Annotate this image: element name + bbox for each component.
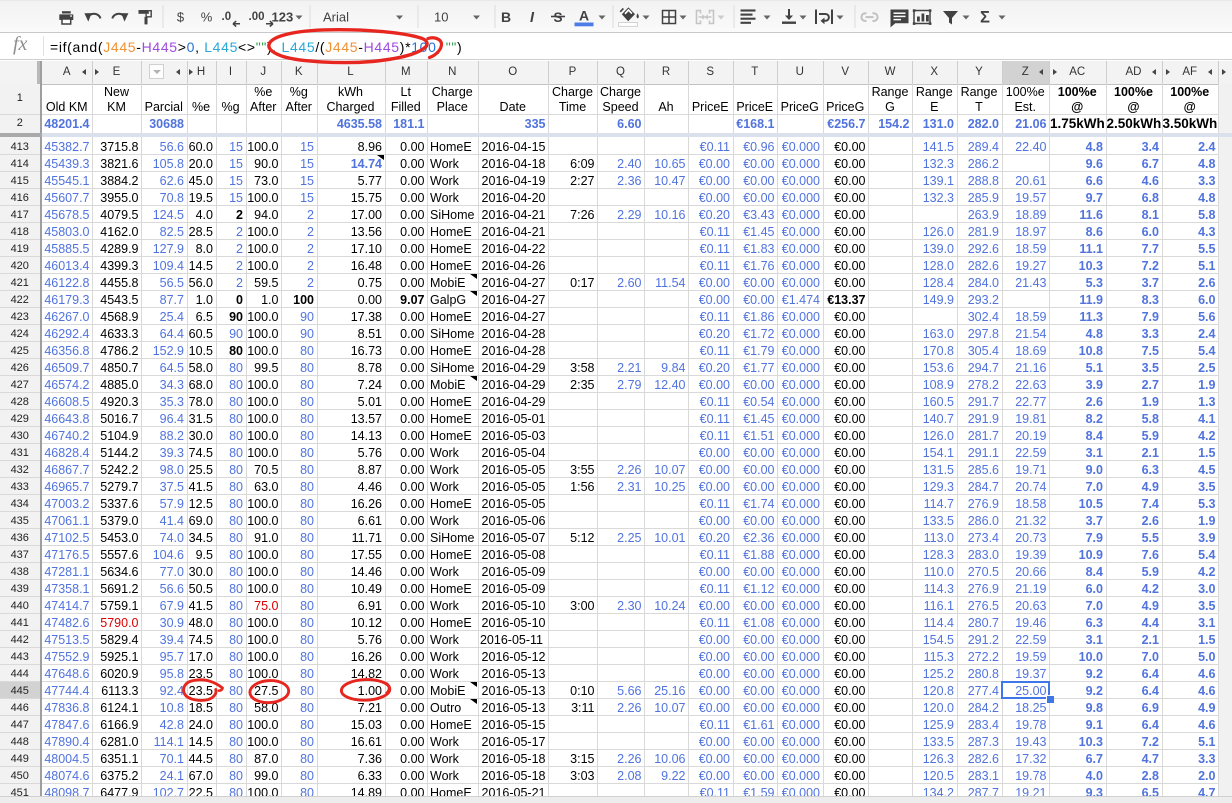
svg-text:.00: .00 [249,11,265,23]
svg-text:A: A [579,8,589,24]
svg-text:B: B [501,9,511,25]
svg-text:10: 10 [434,10,448,25]
svg-text:%: % [201,10,213,25]
svg-text:S: S [553,10,562,25]
svg-text:.0: .0 [222,11,232,23]
svg-text:Arial: Arial [323,10,349,25]
svg-text:I: I [530,10,535,26]
svg-text:$: $ [177,10,185,25]
svg-text:123: 123 [272,10,294,25]
svg-text:Σ: Σ [980,9,990,27]
